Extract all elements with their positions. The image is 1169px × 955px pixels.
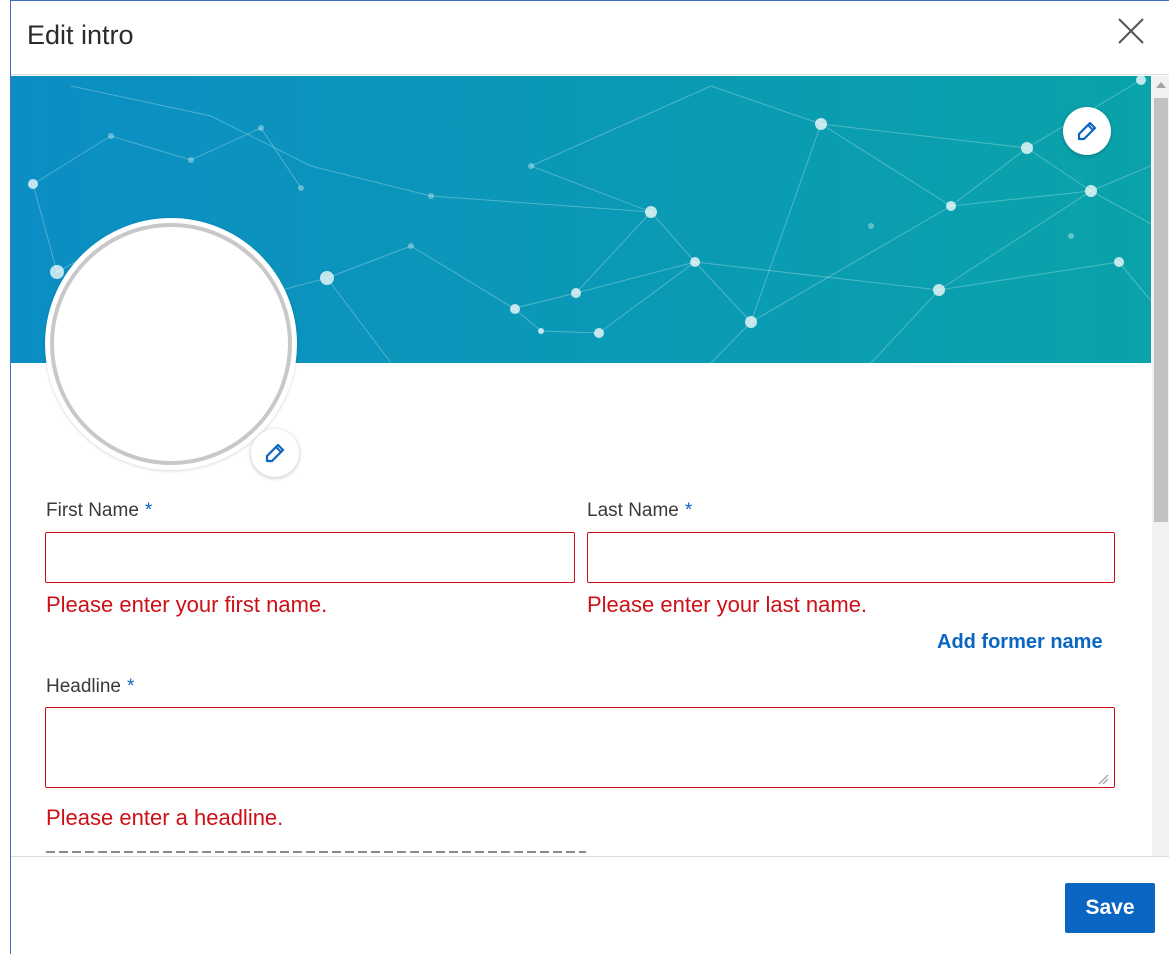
headline-textarea[interactable]: [45, 707, 1115, 788]
add-former-name-link[interactable]: Add former name: [937, 631, 1103, 654]
last-name-label: Last Name *: [587, 500, 692, 522]
first-name-label-text: First Name: [46, 500, 139, 521]
profile-photo[interactable]: [45, 218, 297, 470]
edit-intro-dialog: Edit intro First Name * Please enter you…: [10, 0, 1169, 955]
vertical-scrollbar[interactable]: [1152, 76, 1169, 856]
pencil-icon: [265, 443, 285, 463]
dialog-footer: Save: [11, 856, 1169, 955]
close-button[interactable]: [1113, 13, 1149, 49]
pencil-icon: [1077, 121, 1097, 141]
dialog-title: Edit intro: [27, 20, 134, 50]
scroll-up-arrow-icon[interactable]: [1156, 82, 1166, 88]
headline-label: Headline *: [46, 676, 134, 698]
dialog-body[interactable]: First Name * Please enter your first name…: [11, 76, 1151, 856]
save-button[interactable]: Save: [1065, 883, 1155, 933]
first-name-error: Please enter your first name.: [46, 592, 328, 617]
clipped-helper-text: [46, 849, 586, 855]
dialog-header: Edit intro: [11, 1, 1169, 75]
resize-grip-icon[interactable]: [1097, 773, 1109, 785]
required-marker: *: [127, 676, 135, 697]
edit-photo-button[interactable]: [251, 429, 299, 477]
scrollbar-thumb[interactable]: [1154, 98, 1168, 522]
edit-banner-button[interactable]: [1063, 107, 1111, 155]
required-marker: *: [144, 500, 153, 521]
profile-photo-placeholder: [50, 223, 292, 465]
first-name-input[interactable]: [45, 532, 575, 583]
headline-label-text: Headline: [46, 676, 121, 697]
last-name-label-text: Last Name: [587, 500, 679, 521]
close-icon: [1118, 18, 1144, 44]
headline-error: Please enter a headline.: [46, 805, 284, 830]
required-marker: *: [684, 500, 693, 521]
last-name-error: Please enter your last name.: [587, 592, 868, 617]
first-name-label: First Name *: [46, 500, 152, 522]
last-name-input[interactable]: [587, 532, 1115, 583]
